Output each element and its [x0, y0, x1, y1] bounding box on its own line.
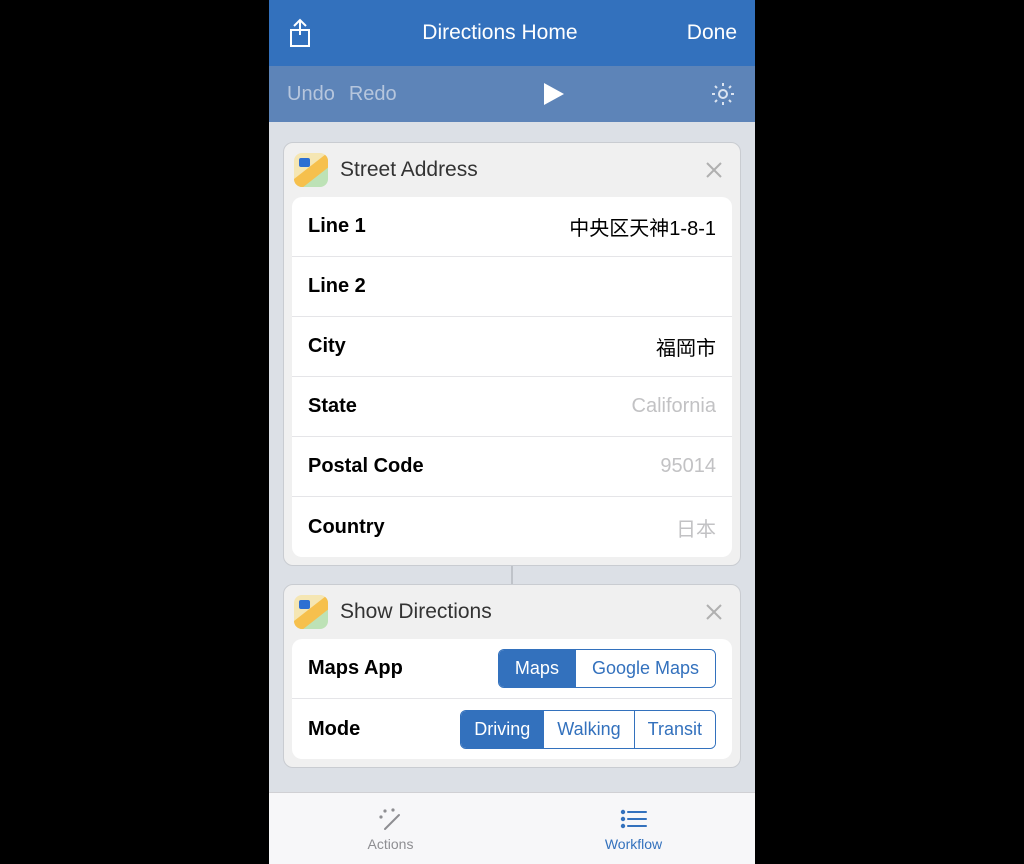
close-icon[interactable]: [700, 156, 728, 184]
field-label: City: [308, 335, 346, 358]
field-label: Mode: [308, 718, 360, 741]
redo-button[interactable]: Redo: [349, 83, 397, 106]
field-value: 福岡市: [656, 332, 716, 361]
tab-workflow[interactable]: Workflow: [512, 793, 755, 864]
maps-app-row: Maps App Maps Google Maps: [292, 639, 732, 699]
maps-app-option-maps[interactable]: Maps: [499, 650, 575, 687]
field-label: Postal Code: [308, 455, 424, 478]
street-address-action-card[interactable]: Street Address Line 1 中央区天神1-8-1 Line 2 …: [283, 142, 741, 566]
toolbar: Undo Redo: [269, 66, 755, 122]
field-value: 中央区天神1-8-1: [569, 212, 716, 241]
address-state-row[interactable]: State California: [292, 377, 732, 437]
workflow-canvas[interactable]: Street Address Line 1 中央区天神1-8-1 Line 2 …: [269, 122, 755, 792]
play-button[interactable]: [397, 81, 709, 107]
address-city-row[interactable]: City 福岡市: [292, 317, 732, 377]
field-placeholder: 日本: [676, 513, 716, 542]
card-header: Street Address: [284, 143, 740, 197]
card-title: Street Address: [340, 158, 700, 182]
field-label: Line 1: [308, 215, 366, 238]
mode-row: Mode Driving Walking Transit: [292, 699, 732, 759]
wand-icon: [376, 806, 406, 832]
share-icon[interactable]: [287, 17, 313, 49]
maps-app-icon: [294, 153, 328, 187]
tab-actions[interactable]: Actions: [269, 793, 512, 864]
tab-label: Actions: [368, 836, 414, 852]
mode-option-transit[interactable]: Transit: [634, 711, 715, 748]
address-country-row[interactable]: Country 日本: [292, 497, 732, 557]
list-icon: [619, 806, 649, 832]
maps-app-segmented-control: Maps Google Maps: [498, 649, 716, 688]
tab-label: Workflow: [605, 836, 662, 852]
page-title: Directions Home: [313, 21, 687, 45]
field-label: State: [308, 395, 357, 418]
card-header: Show Directions: [284, 585, 740, 639]
undo-button[interactable]: Undo: [287, 83, 335, 106]
address-line1-row[interactable]: Line 1 中央区天神1-8-1: [292, 197, 732, 257]
maps-app-option-google-maps[interactable]: Google Maps: [575, 650, 715, 687]
undo-redo-group: Undo Redo: [287, 83, 397, 106]
address-line2-row[interactable]: Line 2: [292, 257, 732, 317]
done-button[interactable]: Done: [687, 21, 737, 45]
close-icon[interactable]: [700, 598, 728, 626]
navbar: Directions Home Done: [269, 0, 755, 66]
mode-segmented-control: Driving Walking Transit: [460, 710, 716, 749]
gear-icon[interactable]: [709, 80, 737, 108]
field-placeholder: 95014: [660, 455, 716, 478]
card-body: Maps App Maps Google Maps Mode Driving W…: [292, 639, 732, 759]
tab-bar: Actions Workflow: [269, 792, 755, 864]
maps-app-icon: [294, 595, 328, 629]
app-screen: Directions Home Done Undo Redo Street Ad…: [269, 0, 755, 864]
show-directions-action-card[interactable]: Show Directions Maps App Maps Google Map…: [283, 584, 741, 768]
mode-option-driving[interactable]: Driving: [461, 711, 543, 748]
card-body: Line 1 中央区天神1-8-1 Line 2 City 福岡市 State …: [292, 197, 732, 557]
card-title: Show Directions: [340, 600, 700, 624]
field-label: Country: [308, 516, 385, 539]
field-label: Maps App: [308, 657, 403, 680]
address-postal-row[interactable]: Postal Code 95014: [292, 437, 732, 497]
mode-option-walking[interactable]: Walking: [543, 711, 633, 748]
field-label: Line 2: [308, 275, 366, 298]
field-placeholder: California: [632, 395, 716, 418]
action-connector: [511, 566, 513, 584]
